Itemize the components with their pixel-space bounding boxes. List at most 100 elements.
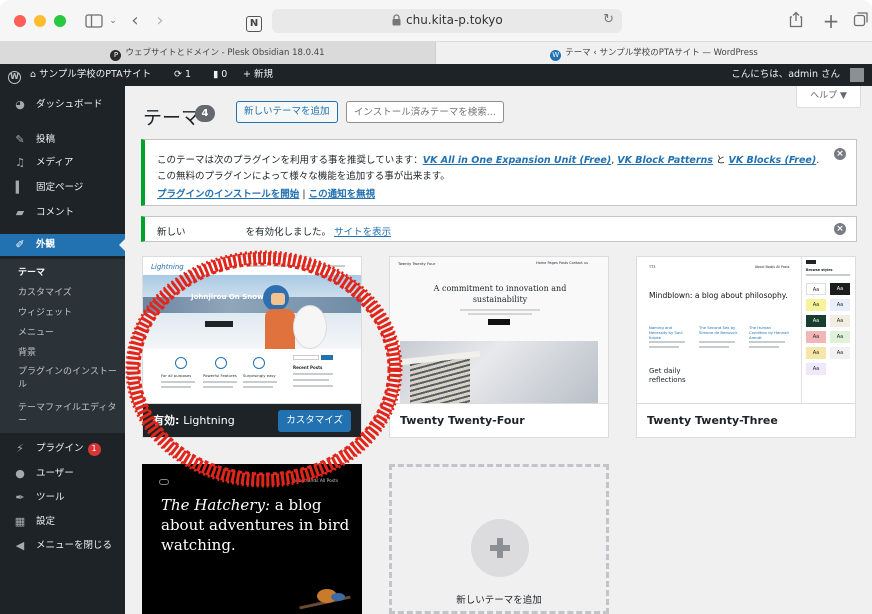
comments-link[interactable]: ▮ 0 xyxy=(213,64,227,86)
tab-plesk[interactable]: P ウェブサイトとドメイン - Plesk Obsidian 18.0.41 xyxy=(0,42,436,64)
theme-card-twenty-twenty-four[interactable]: Twenty Twenty Four Home Pages Posts Cont… xyxy=(389,256,609,438)
plugin-link-block-patterns[interactable]: VK Block Patterns xyxy=(617,155,713,166)
plugin-link-vk-blocks[interactable]: VK Blocks (Free) xyxy=(729,155,817,166)
sidebar-item-settings[interactable]: ▦ 設定 xyxy=(0,511,125,533)
close-icon[interactable]: × xyxy=(834,223,846,235)
sidebar-item-plugins[interactable]: ⚡ プラグイン 1 xyxy=(0,438,125,460)
sidebar-item-pages[interactable]: ▍ 固定ページ xyxy=(0,177,125,199)
chevron-down-icon[interactable]: ⌄ xyxy=(108,11,118,31)
theme-name: Twenty Twenty-Three xyxy=(647,414,778,427)
close-icon[interactable]: × xyxy=(834,148,846,160)
feature-label: Powerful Features xyxy=(203,373,237,378)
site-title: Twenty Twenty Four xyxy=(398,261,436,266)
post-title: The Second Sex by Simone de Beauvoir xyxy=(699,325,738,335)
forward-arrow-icon[interactable]: › xyxy=(153,11,167,31)
begin-plugin-install-link[interactable]: プラグインのインストールを開始 xyxy=(157,189,299,200)
theme-card-lightning[interactable]: Lightning Johnjirou On Snow For all purp… xyxy=(142,256,362,438)
site-name-label: サンプル学校のPTAサイト xyxy=(39,69,152,80)
site-title: TT3 xyxy=(649,265,656,269)
dismiss-notice-link[interactable]: この通知を無視 xyxy=(309,189,376,200)
back-arrow-icon[interactable]: ‹ xyxy=(128,11,142,31)
hero-image: Johnjirou On Snow xyxy=(143,275,361,349)
plus-icon xyxy=(471,519,529,577)
sidebar-item-label: 投稿 xyxy=(36,134,56,145)
new-label: 新規 xyxy=(253,69,273,80)
nav: About Birds All Posts xyxy=(293,479,339,484)
sidebar-item-media[interactable]: ♫ メディア xyxy=(0,152,125,174)
submenu-install-plugins[interactable]: プラグインのインストール xyxy=(18,366,122,392)
sidebar-item-label: 固定ページ xyxy=(36,182,84,193)
theme-card-footer: 有効: Lightning カスタマイズ xyxy=(143,403,361,437)
browser-toolbar: ⌄ ‹ › N chu.kita-p.tokyo ↻ + xyxy=(0,0,872,42)
theme-card-hatchery[interactable]: About Birds All Posts The Hatchery: a bl… xyxy=(142,464,362,614)
sidebar-item-appearance[interactable]: ✐ 外観 xyxy=(0,234,125,256)
comment-icon: ▮ xyxy=(213,69,222,80)
tab-overview-icon[interactable] xyxy=(852,11,870,31)
post-title: The Human Condition by Hannah Arendt xyxy=(749,325,789,340)
new-tab-icon[interactable]: + xyxy=(822,11,840,31)
avatar[interactable] xyxy=(850,68,864,82)
browser-window: ⌄ ‹ › N chu.kita-p.tokyo ↻ + P ウェブサイトとドメイ… xyxy=(0,0,872,614)
reader-icon[interactable]: N xyxy=(245,11,263,32)
site-name-link[interactable]: ⌂ サンプル学校のPTAサイト xyxy=(30,64,151,86)
reload-icon[interactable]: ↻ xyxy=(603,12,614,27)
submenu-menus[interactable]: メニュー xyxy=(18,327,122,340)
help-tab-button[interactable]: ヘルプ ▼ xyxy=(796,86,861,108)
submenu-widgets[interactable]: ウィジェット xyxy=(18,307,122,320)
tab-wordpress[interactable]: W テーマ ‹ サンプル学校のPTAサイト — WordPress xyxy=(436,42,872,64)
submenu-theme-file-editor[interactable]: テーマファイルエディター xyxy=(18,402,122,428)
sidebar-item-label: ツール xyxy=(36,492,65,503)
settings-icon: ▦ xyxy=(14,515,26,528)
notice-separator: | xyxy=(299,189,309,200)
feature-label: Surprisingly easy xyxy=(243,373,276,378)
sidebar-item-label: メニューを閉じる xyxy=(36,540,113,551)
post-title: Naming and Necessity by Saul Kripke xyxy=(649,325,683,340)
sidebar-item-posts[interactable]: ✎ 投稿 xyxy=(0,129,125,151)
sidebar-item-label: ダッシュボード xyxy=(36,99,103,110)
address-bar[interactable]: chu.kita-p.tokyo ↻ xyxy=(272,9,622,33)
user-greeting[interactable]: こんにちは、admin さん xyxy=(731,64,840,86)
theme-card-footer: Twenty Twenty-Four xyxy=(390,403,608,437)
submenu-themes[interactable]: テーマ xyxy=(18,267,122,280)
sidebar-item-tools[interactable]: ✒ ツール xyxy=(0,487,125,509)
sidebar-item-label: ユーザー xyxy=(36,468,74,479)
bird-illustration xyxy=(293,587,351,613)
plugin-recommendation-notice: このテーマは次のプラグインを利用する事を推奨しています：VK All in On… xyxy=(141,139,857,206)
theme-card-twenty-twenty-three[interactable]: TT3 About Books All Posts Mindblown: a b… xyxy=(636,256,856,438)
updates-link[interactable]: ⟳ 1 xyxy=(174,64,191,86)
sidebar-item-users[interactable]: ● ユーザー xyxy=(0,463,125,485)
close-window-button[interactable] xyxy=(14,15,26,27)
theme-headline: Mindblown: a blog about philosophy. xyxy=(649,291,788,300)
comment-icon: ▰ xyxy=(15,206,25,219)
feature-label: For all purposes xyxy=(161,373,192,378)
comments-count: 0 xyxy=(221,69,228,80)
zoom-window-button[interactable] xyxy=(54,15,66,27)
submenu-background[interactable]: 背景 xyxy=(18,347,122,360)
sidebar-item-comments[interactable]: ▰ コメント xyxy=(0,202,125,224)
plugin-icon: ⚡ xyxy=(16,442,24,455)
new-content-link[interactable]: + 新規 xyxy=(243,64,273,86)
theme-screenshot: TT3 About Books All Posts Mindblown: a b… xyxy=(637,257,855,403)
minimize-window-button[interactable] xyxy=(34,15,46,27)
sidebar-item-collapse[interactable]: ◀ メニューを閉じる xyxy=(0,535,125,557)
wordpress-logo-icon[interactable]: W xyxy=(8,64,22,86)
brush-icon: ✐ xyxy=(15,238,25,251)
view-site-link[interactable]: サイトを表示 xyxy=(334,227,391,238)
sidebar-toggle-icon[interactable] xyxy=(83,11,105,31)
customize-button[interactable]: カスタマイズ xyxy=(278,410,351,432)
architecture-image xyxy=(399,341,598,403)
theme-headline: The Hatchery: a blog about adventures in… xyxy=(161,496,350,554)
notice-text: 新しい を有効化しました。 サイトを表示 xyxy=(157,224,391,238)
plugin-link-expansion-unit[interactable]: VK All in One Expansion Unit (Free) xyxy=(423,155,612,166)
theme-name-label: Lightning xyxy=(183,414,235,427)
pin-icon: ✎ xyxy=(15,133,25,146)
theme-search-input[interactable] xyxy=(346,101,504,123)
add-new-theme-card[interactable]: 新しいテーマを追加 xyxy=(389,464,609,614)
sidebar-item-dashboard[interactable]: ◕ ダッシュボード xyxy=(0,94,125,116)
add-new-theme-button[interactable]: 新しいテーマを追加 xyxy=(236,101,338,123)
submenu-customize[interactable]: カスタマイズ xyxy=(18,287,122,300)
share-icon[interactable] xyxy=(787,11,805,31)
theme-name: Twenty Twenty-Four xyxy=(400,414,525,427)
tab-bar: P ウェブサイトとドメイン - Plesk Obsidian 18.0.41 Wテ… xyxy=(0,42,872,64)
style-panel: Browse styles Aa Aa Aa Aa Aa Aa Aa Aa Aa… xyxy=(801,257,855,403)
